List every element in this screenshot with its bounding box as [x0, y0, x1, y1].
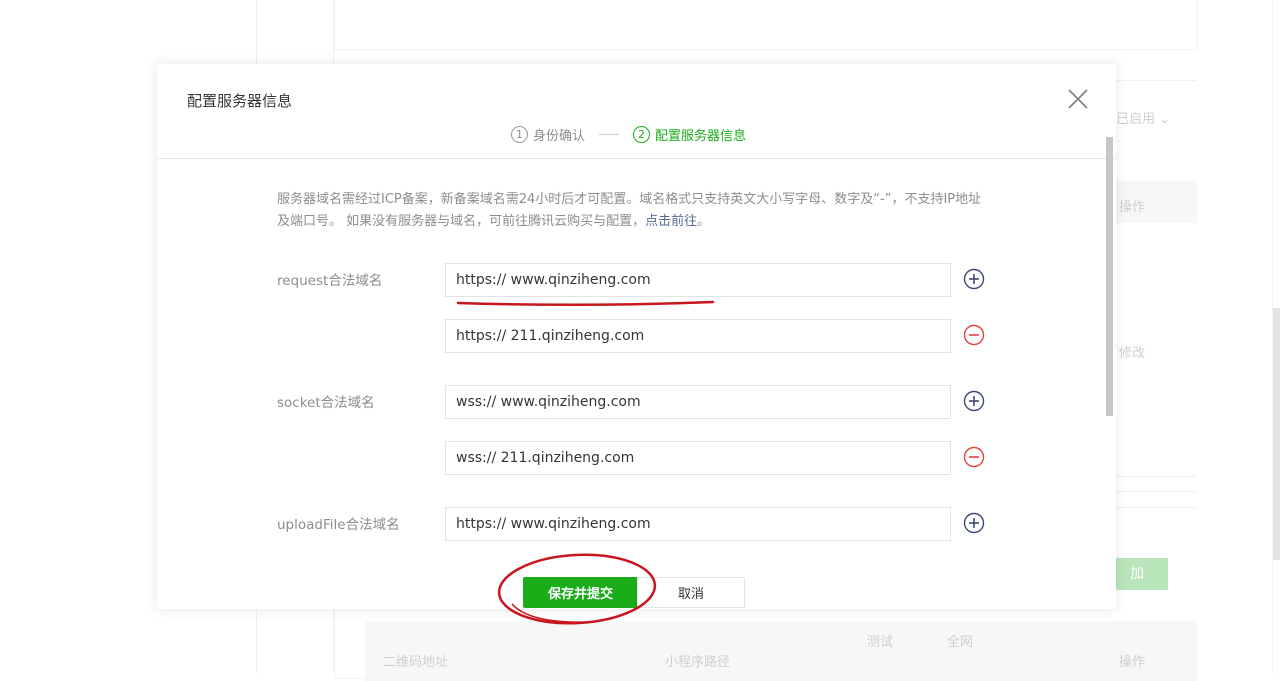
notice-text: 服务器域名需经过ICP备案，新备案域名需24小时后才可配置。域名格式只支持英文大… [277, 192, 982, 229]
step-config-server: 2 配置服务器信息 [633, 125, 746, 144]
step-connector [599, 133, 620, 135]
bg-col-test: 测试 [867, 635, 894, 650]
add-icon[interactable] [963, 390, 985, 412]
bg-col-path: 小程序路径 [665, 655, 731, 670]
bg-col-action: 操作 [1119, 200, 1146, 215]
step-indicator: 1 身份确认 2 配置服务器信息 [511, 124, 746, 144]
bg-col-qrcode: 二维码地址 [383, 655, 449, 670]
step-number: 2 [633, 125, 651, 143]
bg-status-text: 已启用 ⌄ [1116, 112, 1171, 127]
page-scrollbar[interactable] [1273, 308, 1280, 560]
step-label: 配置服务器信息 [655, 128, 747, 144]
bg-edit-link: 修改 [1119, 346, 1146, 361]
request-domain-label: request合法域名 [277, 273, 383, 289]
add-icon[interactable] [963, 268, 985, 290]
cancel-button[interactable]: 取消 [637, 577, 745, 608]
close-icon[interactable] [1067, 88, 1089, 110]
go-link[interactable]: 点击前往 [645, 214, 697, 229]
upload-domain-label: uploadFile合法域名 [277, 517, 400, 533]
bg-table-header [365, 621, 1197, 681]
step-label: 身份确认 [533, 128, 586, 144]
bg-col-full-network: 全网 [947, 635, 974, 650]
step-identity: 1 身份确认 [511, 125, 585, 144]
dialog-title: 配置服务器信息 [187, 92, 293, 110]
request-domain-input-2[interactable] [445, 319, 951, 353]
remove-icon[interactable] [963, 324, 985, 346]
bg-card [334, 0, 1198, 50]
dialog-scrollbar[interactable] [1106, 137, 1113, 416]
save-submit-button[interactable]: 保存并提交 [523, 577, 638, 608]
bg-col-action: 操作 [1119, 655, 1146, 670]
remove-icon[interactable] [963, 446, 985, 468]
add-icon[interactable] [963, 512, 985, 534]
socket-domain-input-2[interactable] [445, 441, 951, 475]
step-number: 1 [511, 125, 528, 143]
upload-domain-input-1[interactable] [445, 507, 951, 541]
dialog-header: 配置服务器信息 1 身份确认 2 配置服务器信息 [157, 64, 1116, 159]
socket-domain-input-1[interactable] [445, 385, 951, 419]
socket-domain-label: socket合法域名 [277, 395, 375, 411]
request-domain-input-1[interactable] [445, 263, 951, 297]
config-server-dialog: 配置服务器信息 1 身份确认 2 配置服务器信息 服务器域名需经过ICP备案，新… [157, 64, 1116, 609]
